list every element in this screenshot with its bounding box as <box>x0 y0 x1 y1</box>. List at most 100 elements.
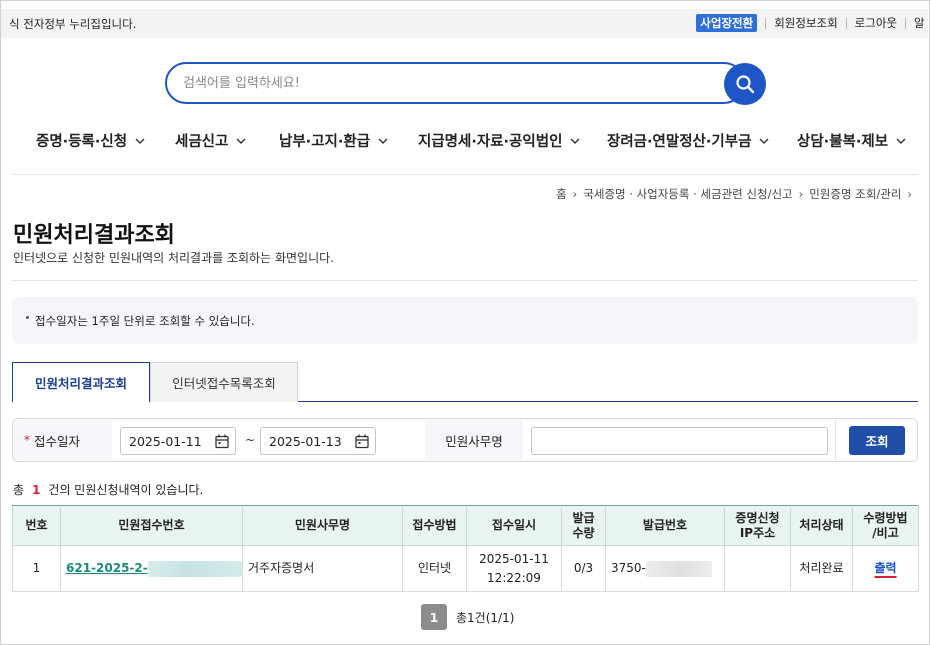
nav-label: 납부·고지·환급 <box>279 134 371 150</box>
nav-label: 상담·불복·제보 <box>797 134 889 150</box>
divider <box>835 420 836 460</box>
date-range-separator: ~ <box>245 433 256 447</box>
tab-result-inquiry[interactable]: 민원처리결과조회 <box>12 362 150 403</box>
issue-number-cell: 3750- <box>605 545 725 592</box>
breadcrumb-home[interactable]: 홈 <box>556 186 567 202</box>
row-number: 1 <box>12 545 61 592</box>
page-title: 민원처리결과조회 <box>13 223 175 248</box>
breadcrumb: 홈 › 국세증명 · 사업자등록 · 세금관련 신청/신고 › 민원증명 조회/… <box>556 186 918 202</box>
masked-value <box>147 560 242 577</box>
info-text: 접수일자는 1주일 단위로 조회할 수 있습니다. <box>26 313 255 329</box>
info-message: 접수일자는 1주일 단위로 조회할 수 있습니다. <box>35 314 255 328</box>
nav-certificate-registration[interactable]: 증명·등록·신청 <box>36 130 145 151</box>
issue-number: 3750- <box>611 561 646 576</box>
chevron-down-icon <box>759 138 769 144</box>
chevron-down-icon <box>236 138 246 144</box>
civil-affair-name-input[interactable] <box>531 427 828 455</box>
search-button[interactable] <box>724 63 766 105</box>
member-info-link[interactable]: 회원정보조회 <box>774 15 837 31</box>
divider <box>765 17 767 29</box>
result-count: 총 1 건의 민원신청내역이 있습니다. <box>13 481 203 498</box>
nav-payment-statement[interactable]: 지급명세·자료·공익법인 <box>418 130 580 151</box>
divider <box>905 17 906 29</box>
receipt-time: 12:22:09 <box>487 570 541 585</box>
process-status: 처리완료 <box>790 545 853 592</box>
request-ip <box>724 545 791 592</box>
nav-tax-filing[interactable]: 세금신고 <box>175 130 246 151</box>
chevron-right-icon: › <box>798 187 804 201</box>
column-header: 발급 수량 <box>561 505 606 546</box>
result-table: 번호 민원접수번호 민원사무명 접수방법 접수일시 발급 수량 발급번호 증명신… <box>12 505 919 592</box>
divider <box>12 174 918 175</box>
civil-affair-name: 거주자증명서 <box>242 545 403 592</box>
receipt-number-cell: 621-2025-2- <box>60 545 243 592</box>
column-header: 민원사무명 <box>242 505 403 546</box>
search-box <box>165 62 745 104</box>
tab-internet-receipt-list[interactable]: 인터넷접수목록조회 <box>150 362 298 402</box>
search-submit-button[interactable]: 조회 <box>849 426 905 455</box>
main-navigation: 증명·등록·신청 세금신고 납부·고지·환급 지급명세·자료·공익법인 장려금·… <box>13 130 913 152</box>
issue-quantity: 0/3 <box>561 545 606 592</box>
column-header: 발급번호 <box>605 505 725 546</box>
search-input[interactable] <box>183 73 703 93</box>
date-label-text: 접수일자 <box>34 433 81 449</box>
date-from-field[interactable] <box>120 427 236 455</box>
table-header-row: 번호 민원접수번호 민원사무명 접수방법 접수일시 발급 수량 발급번호 증명신… <box>12 505 919 546</box>
required-mark: * <box>24 433 30 447</box>
chevron-right-icon: › <box>907 187 912 201</box>
gov-notice-text: 식 전자정부 누리집입니다. <box>9 17 137 31</box>
breadcrumb-current[interactable]: 민원증명 조회/관리 <box>809 186 901 202</box>
search-icon <box>736 75 755 94</box>
receipt-method: 인터넷 <box>402 545 467 592</box>
utility-menu: 사업장전환 회원정보조회 로그아웃 알 <box>696 14 928 32</box>
date-label: * 접수일자 <box>14 420 112 460</box>
switch-business-button[interactable]: 사업장전환 <box>696 14 758 32</box>
receipt-datetime: 2025-01-11 12:22:09 <box>466 545 562 592</box>
bullet-icon <box>26 316 29 319</box>
count-suffix: 건의 민원신청내역이 있습니다. <box>48 483 204 497</box>
pagination-summary: 총1건(1/1) <box>456 610 515 625</box>
column-header: 처리상태 <box>790 505 853 546</box>
receive-method-cell: 출력 <box>852 545 919 592</box>
nav-incentive-year-end[interactable]: 장려금·연말정산·기부금 <box>607 130 769 151</box>
masked-value <box>645 560 712 577</box>
info-box: 접수일자는 1주일 단위로 조회할 수 있습니다. <box>12 297 918 344</box>
pagination: 1 총1건(1/1) <box>421 604 514 630</box>
nav-label: 증명·등록·신청 <box>36 134 128 150</box>
receipt-date: 2025-01-11 <box>479 551 549 566</box>
column-header: 번호 <box>12 505 61 546</box>
civil-affair-name-label: 민원사무명 <box>425 420 523 460</box>
receipt-number-link[interactable]: 621-2025-2- <box>66 561 148 575</box>
nav-label: 세금신고 <box>175 134 229 150</box>
divider <box>12 280 918 281</box>
nav-label: 지급명세·자료·공익법인 <box>418 134 563 150</box>
top-utility-bar: 식 전자정부 누리집입니다. 사업장전환 회원정보조회 로그아웃 알 <box>1 9 928 38</box>
chevron-down-icon <box>378 138 388 144</box>
chevron-right-icon: › <box>572 187 578 201</box>
logout-link[interactable]: 로그아웃 <box>855 15 897 31</box>
nav-consult-appeal[interactable]: 상담·불복·제보 <box>797 130 906 151</box>
date-to-field[interactable] <box>260 427 376 455</box>
column-header: 접수방법 <box>402 505 467 546</box>
print-link[interactable]: 출력 <box>874 561 896 575</box>
count-number: 1 <box>32 483 41 497</box>
column-header: 접수일시 <box>466 505 562 546</box>
count-prefix: 총 <box>13 483 25 497</box>
column-header: 증명신청 IP주소 <box>724 505 791 546</box>
divider <box>845 17 847 29</box>
page-description: 인터넷으로 신청한 민원내역의 처리결과를 조회하는 화면입니다. <box>13 251 334 265</box>
chevron-down-icon <box>135 138 145 144</box>
search-filter: * 접수일자 ~ 민원사무명 조회 <box>12 418 918 462</box>
breadcrumb-item[interactable]: 국세증명 · 사업자등록 · 세금관련 신청/신고 <box>583 186 792 202</box>
calendar-icon[interactable] <box>215 434 229 449</box>
calendar-icon[interactable] <box>355 434 369 449</box>
date-to-input[interactable] <box>269 433 353 449</box>
chevron-down-icon <box>896 138 906 144</box>
column-header: 민원접수번호 <box>60 505 243 546</box>
truncated-link[interactable]: 알 <box>914 15 928 31</box>
date-from-input[interactable] <box>129 433 213 449</box>
page-number-current[interactable]: 1 <box>421 604 447 630</box>
chevron-down-icon <box>570 138 580 144</box>
nav-label: 장려금·연말정산·기부금 <box>607 134 752 150</box>
nav-payment-refund[interactable]: 납부·고지·환급 <box>279 130 388 151</box>
